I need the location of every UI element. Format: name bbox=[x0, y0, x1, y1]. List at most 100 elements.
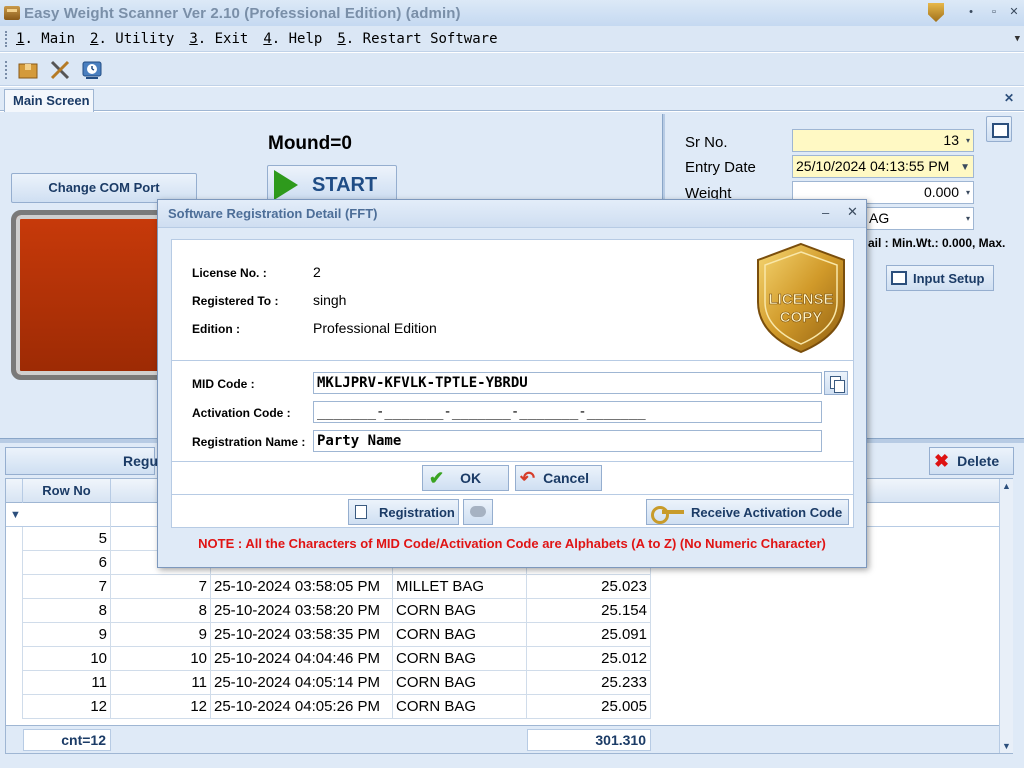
table-row[interactable]: 12 12 25-10-2024 04:05:26 PM CORN BAG 25.005 bbox=[6, 695, 999, 719]
edition-value: Professional Edition bbox=[313, 320, 437, 336]
license-no-label: License No. : bbox=[192, 266, 267, 280]
ok-button[interactable]: ✔ OK bbox=[422, 465, 509, 491]
tab-close-icon[interactable]: ✕ bbox=[1004, 91, 1014, 105]
registration-button[interactable]: Registration bbox=[348, 499, 459, 525]
cell-weight: 25.233 bbox=[527, 671, 651, 695]
row-selector[interactable] bbox=[6, 647, 23, 671]
dialog-minimize-button[interactable]: – bbox=[822, 205, 829, 220]
cell-row-no: 11 bbox=[23, 671, 111, 695]
cell-item: CORN BAG bbox=[393, 647, 527, 671]
activation-code-label: Activation Code : bbox=[192, 406, 291, 420]
dialog-close-button[interactable]: ✕ bbox=[847, 204, 858, 220]
row-selector[interactable] bbox=[6, 671, 23, 695]
license-copy-badge: LICENSE COPY bbox=[757, 242, 845, 354]
copy-icon[interactable] bbox=[824, 371, 848, 395]
table-row[interactable]: 10 10 25-10-2024 04:04:46 PM CORN BAG 25.012 bbox=[6, 647, 999, 671]
registration-name-label: Registration Name : bbox=[192, 435, 306, 449]
menu-bar: 1. Main 2. Utility 3. Exit 4. Help 5. Re… bbox=[0, 26, 1024, 52]
sr-no-field[interactable]: 13 ▾ bbox=[792, 129, 974, 152]
menu-grip bbox=[5, 30, 8, 47]
tools-icon[interactable] bbox=[46, 56, 74, 83]
sr-no-label: Sr No. bbox=[685, 134, 728, 151]
license-no-value: 2 bbox=[313, 264, 321, 280]
spin-icon[interactable]: ▾ bbox=[966, 182, 970, 203]
minimize-button[interactable]: • bbox=[962, 4, 980, 20]
row-selector[interactable] bbox=[6, 623, 23, 647]
spin-icon[interactable]: ▾ bbox=[966, 130, 970, 151]
dropdown-arrow-icon[interactable]: ▾ bbox=[966, 208, 970, 229]
header-row-no[interactable]: Row No bbox=[23, 479, 111, 503]
scroll-down-icon[interactable]: ▼ bbox=[1002, 741, 1011, 751]
cell-sr: 9 bbox=[111, 623, 211, 647]
menu-utility[interactable]: 2. Utility bbox=[90, 31, 174, 47]
mid-code-field[interactable]: MKLJPRV-KFVLK-TPTLE-YBRDU bbox=[313, 372, 822, 394]
row-selector[interactable] bbox=[6, 575, 23, 599]
cell-row-no: 6 bbox=[23, 551, 111, 575]
cell-sr: 8 bbox=[111, 599, 211, 623]
receive-activation-code-button[interactable]: Receive Activation Code bbox=[646, 499, 849, 525]
menu-help[interactable]: 4. Help bbox=[263, 31, 322, 47]
maximize-button[interactable]: ▫ bbox=[985, 4, 1003, 20]
separator bbox=[172, 494, 853, 495]
chat-icon[interactable] bbox=[463, 499, 493, 525]
footer-total: 301.310 bbox=[527, 729, 651, 751]
vertical-scrollbar[interactable]: ▲ ▼ bbox=[999, 479, 1013, 753]
cell-sr: 12 bbox=[111, 695, 211, 719]
title-bar: Easy Weight Scanner Ver 2.10 (Profession… bbox=[0, 0, 1024, 26]
play-icon bbox=[274, 170, 298, 200]
cell-row-no: 7 bbox=[23, 575, 111, 599]
app-icon bbox=[4, 6, 20, 20]
cancel-button[interactable]: ↶ Cancel bbox=[515, 465, 602, 491]
scroll-up-icon[interactable]: ▲ bbox=[1002, 481, 1011, 491]
mid-code-label: MID Code : bbox=[192, 377, 255, 391]
badge-line-1: LICENSE bbox=[768, 291, 833, 308]
filter-icon[interactable]: ▼ bbox=[10, 509, 21, 521]
check-icon: ✔ bbox=[429, 467, 445, 488]
cell-date: 25-10-2024 03:58:20 PM bbox=[211, 599, 393, 623]
table-row[interactable]: 7 7 25-10-2024 03:58:05 PM MILLET BAG 25.023 bbox=[6, 575, 999, 599]
delete-icon: ✖ bbox=[934, 450, 950, 471]
dropdown-arrow-icon[interactable]: ▼ bbox=[960, 157, 970, 178]
menu-main[interactable]: 1. Main bbox=[16, 31, 75, 47]
panel-toggle-icon[interactable] bbox=[986, 116, 1012, 142]
register-button[interactable]: Regu bbox=[5, 447, 158, 475]
registration-name-field[interactable]: Party Name bbox=[313, 430, 822, 452]
cell-date: 25-10-2024 04:05:14 PM bbox=[211, 671, 393, 695]
row-selector[interactable] bbox=[6, 695, 23, 719]
cell-date: 25-10-2024 03:58:35 PM bbox=[211, 623, 393, 647]
cell-weight: 25.012 bbox=[527, 647, 651, 671]
row-selector[interactable] bbox=[6, 527, 23, 551]
badge-line-2: COPY bbox=[780, 309, 823, 326]
input-setup-button[interactable]: Input Setup bbox=[886, 265, 994, 291]
menu-exit[interactable]: 3. Exit bbox=[189, 31, 248, 47]
cell-row-no: 9 bbox=[23, 623, 111, 647]
key-icon bbox=[651, 506, 685, 524]
tab-main-screen[interactable]: Main Screen bbox=[4, 89, 94, 112]
table-row[interactable]: 9 9 25-10-2024 03:58:35 PM CORN BAG 25.091 bbox=[6, 623, 999, 647]
close-button[interactable]: ✕ bbox=[1005, 4, 1023, 20]
box-icon[interactable] bbox=[14, 56, 42, 83]
cell-sr: 10 bbox=[111, 647, 211, 671]
filter-cell[interactable] bbox=[23, 503, 111, 527]
menu-overflow-icon[interactable]: ▼ bbox=[1015, 34, 1020, 44]
history-icon[interactable] bbox=[78, 56, 106, 83]
table-row[interactable]: 8 8 25-10-2024 03:58:20 PM CORN BAG 25.154 bbox=[6, 599, 999, 623]
cell-item: CORN BAG bbox=[393, 671, 527, 695]
item-select[interactable]: AG ▾ bbox=[862, 207, 974, 230]
cell-item: CORN BAG bbox=[393, 599, 527, 623]
row-selector[interactable] bbox=[6, 551, 23, 575]
toolbar bbox=[0, 53, 1024, 86]
activation-code-field[interactable]: _______-_______-_______-_______-_______ bbox=[313, 401, 822, 423]
mound-label: Mound=0 bbox=[268, 133, 352, 154]
delete-button[interactable]: ✖ Delete bbox=[929, 447, 1014, 475]
entry-date-field[interactable]: 25/10/2024 04:13:55 PM ▼ bbox=[792, 155, 974, 178]
cell-item: MILLET BAG bbox=[393, 575, 527, 599]
table-row[interactable]: 11 11 25-10-2024 04:05:14 PM CORN BAG 25.233 bbox=[6, 671, 999, 695]
menu-restart-software[interactable]: 5. Restart Software bbox=[337, 31, 497, 47]
registration-dialog: Software Registration Detail (FFT) – ✕ L… bbox=[157, 199, 867, 568]
cell-date: 25-10-2024 04:04:46 PM bbox=[211, 647, 393, 671]
row-selector[interactable] bbox=[6, 599, 23, 623]
setup-icon bbox=[891, 271, 907, 285]
cell-item: CORN BAG bbox=[393, 623, 527, 647]
start-label: START bbox=[312, 173, 378, 196]
